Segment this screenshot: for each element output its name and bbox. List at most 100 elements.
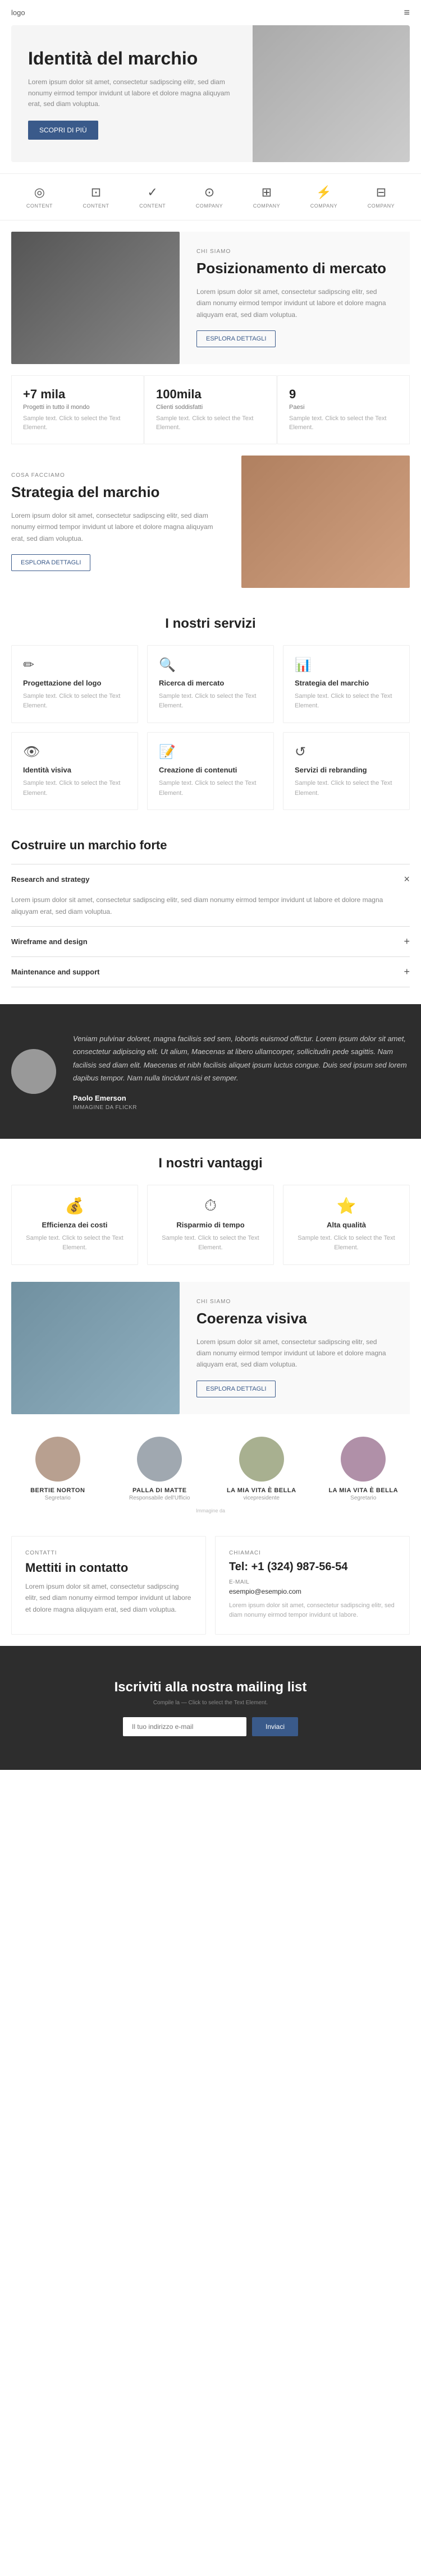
accordion-header[interactable]: Wireframe and design +: [11, 927, 410, 956]
services-section: I nostri servizi ✏ Progettazione del logo…: [0, 599, 421, 827]
accordion-header[interactable]: Research and strategy ×: [11, 864, 410, 894]
accordion-label: Wireframe and design: [11, 937, 88, 946]
newsletter-submit-button[interactable]: Inviaci: [252, 1717, 298, 1736]
accordion: Research and strategy×Lorem ipsum dolor …: [11, 864, 410, 987]
stat-description: Sample text. Click to select the Text El…: [156, 414, 265, 433]
strategy-description: Lorem ipsum dolor sit amet, consectetur …: [11, 510, 225, 544]
team-avatar: [239, 1437, 284, 1482]
logo: logo: [11, 8, 25, 17]
accordion-item: Wireframe and design +: [11, 926, 410, 956]
who-we-are-image-placeholder: [11, 232, 180, 364]
service-name: Ricerca di mercato: [159, 679, 262, 687]
icon-symbol: ⊞: [262, 185, 272, 200]
team-section: BERTIE NORTONSegretarioPALLA DI MATTERes…: [0, 1425, 421, 1525]
icon-item[interactable]: ⚡ COMPANY: [310, 185, 337, 209]
icon-label: COMPANY: [196, 203, 223, 209]
vc-image-placeholder: [11, 1282, 180, 1414]
vc-content: CHI SIAMO Coerenza visiva Lorem ipsum do…: [180, 1282, 410, 1414]
who-we-are-button[interactable]: ESPLORA DETTAGLI: [196, 330, 276, 347]
testimonial-avatar: [11, 1049, 56, 1094]
service-icon: ↺: [295, 744, 398, 760]
advantage-card: ⏱Risparmio di tempoSample text. Click to…: [147, 1185, 274, 1265]
team-card: LA MIA VITA È BELLASegretario: [317, 1437, 410, 1501]
who-we-are-tag: CHI SIAMO: [196, 249, 393, 255]
icon-symbol: ⊡: [91, 185, 101, 200]
services-title: I nostri servizi: [11, 616, 410, 632]
advantage-description: Sample text. Click to select the Text El…: [23, 1234, 126, 1253]
service-description: Sample text. Click to select the Text El…: [295, 692, 398, 711]
stat-card: 100milaClienti soddisfattiSample text. C…: [144, 375, 277, 444]
icon-item[interactable]: ⊡CONTENT: [83, 185, 109, 209]
advantage-name: Efficienza dei costi: [23, 1221, 126, 1229]
service-icon: ✏: [23, 657, 126, 673]
who-we-are-title: Posizionamento di mercato: [196, 259, 393, 278]
accordion-toggle-icon[interactable]: +: [404, 966, 410, 978]
icon-item[interactable]: ✓ CONTENT: [139, 185, 166, 209]
icon-symbol: ✓: [147, 185, 157, 200]
service-card: 🔍Ricerca di mercatoSample text. Click to…: [147, 645, 274, 723]
icon-label: CONTENT: [139, 203, 166, 209]
service-card: 👁Identità visivaSample text. Click to se…: [11, 732, 138, 810]
advantage-name: Risparmio di tempo: [159, 1221, 262, 1229]
contact-section: CONTATTI Mettiti in contatto Lorem ipsum…: [11, 1536, 410, 1635]
service-description: Sample text. Click to select the Text El…: [159, 779, 262, 798]
who-we-are-image: [11, 232, 180, 364]
icon-item[interactable]: ⊞COMPANY: [253, 185, 280, 209]
contact-email: esempio@esempio.com: [229, 1588, 396, 1595]
hero-section: Identità del marchio Lorem ipsum dolor s…: [11, 25, 410, 162]
team-avatar: [137, 1437, 182, 1482]
newsletter-email-input[interactable]: [123, 1717, 246, 1736]
accordion-header[interactable]: Maintenance and support+: [11, 957, 410, 987]
team-avatar: [341, 1437, 386, 1482]
advantage-icon: 💰: [23, 1197, 126, 1215]
icon-item[interactable]: ⊙COMPANY: [196, 185, 223, 209]
icon-label: COMPANY: [368, 203, 395, 209]
service-icon: 📝: [159, 744, 262, 760]
stat-label: Progetti in tutto il mondo: [23, 404, 132, 411]
vc-image: [11, 1282, 180, 1414]
accordion-label: Research and strategy: [11, 875, 89, 884]
team-member-name: LA MIA VITA È BELLA: [215, 1487, 308, 1494]
icon-symbol: ⚡: [316, 185, 331, 200]
build-title: Costruire un marchio forte: [11, 838, 410, 853]
stat-number: 9: [289, 387, 398, 402]
team-member-role: vicepresidente: [215, 1495, 308, 1501]
strategy-content: COSA FACCIAMO Strategia del marchio Lore…: [11, 456, 241, 588]
stat-card: 9PaesiSample text. Click to select the T…: [277, 375, 410, 444]
service-description: Sample text. Click to select the Text El…: [159, 692, 262, 711]
icon-label: COMPANY: [310, 203, 337, 209]
advantage-description: Sample text. Click to select the Text El…: [295, 1234, 398, 1253]
newsletter-section: Iscriviti alla nostra mailing list Compi…: [0, 1646, 421, 1770]
service-name: Servizi di rebranding: [295, 766, 398, 774]
icons-row: ◎CONTENT⊡CONTENT✓CONTENT⊙COMPANY⊞COMPANY…: [0, 173, 421, 220]
visual-coherence-section: CHI SIAMO Coerenza visiva Lorem ipsum do…: [11, 1282, 410, 1414]
advantage-card: ⭐Alta qualitàSample text. Click to selec…: [283, 1185, 410, 1265]
contact-phone: Tel: +1 (324) 987-56-54: [229, 1561, 396, 1574]
vc-tag: CHI SIAMO: [196, 1299, 393, 1305]
service-description: Sample text. Click to select the Text El…: [295, 779, 398, 798]
hero-description: Lorem ipsum dolor sit amet, consectetur …: [28, 77, 236, 109]
accordion-toggle-icon[interactable]: +: [404, 936, 410, 947]
team-member-name: PALLA DI MATTE: [113, 1487, 207, 1494]
service-card: 📊Strategia del marchioSample text. Click…: [283, 645, 410, 723]
team-member-name: LA MIA VITA È BELLA: [317, 1487, 410, 1494]
stat-label: Paesi: [289, 404, 398, 411]
service-icon: 👁: [23, 744, 126, 760]
vc-button[interactable]: ESPLORA DETTAGLI: [196, 1381, 276, 1397]
menu-icon[interactable]: ≡: [404, 7, 410, 19]
accordion-item: Research and strategy×Lorem ipsum dolor …: [11, 864, 410, 926]
hero-cta-button[interactable]: SCOPRI DI PIÙ: [28, 121, 98, 140]
icon-item[interactable]: ◎CONTENT: [26, 185, 53, 209]
strategy-button[interactable]: ESPLORA DETTAGLI: [11, 554, 90, 571]
vc-description: Lorem ipsum dolor sit amet, consectetur …: [196, 1336, 393, 1370]
icon-item[interactable]: ⊟COMPANY: [368, 185, 395, 209]
service-name: Progettazione del logo: [23, 679, 126, 687]
call-tag: CHIAMACI: [229, 1550, 396, 1556]
team-member-name: BERTIE NORTON: [11, 1487, 104, 1494]
accordion-toggle-icon[interactable]: ×: [404, 873, 410, 885]
hero-image-placeholder: [253, 25, 410, 162]
hero-text: Identità del marchio Lorem ipsum dolor s…: [11, 25, 253, 162]
service-card: ✏Progettazione del logoSample text. Clic…: [11, 645, 138, 723]
testimonial-role: Immagine da Flickr: [73, 1105, 410, 1111]
stats-row: +7 milaProgetti in tutto il mondoSample …: [11, 375, 410, 444]
